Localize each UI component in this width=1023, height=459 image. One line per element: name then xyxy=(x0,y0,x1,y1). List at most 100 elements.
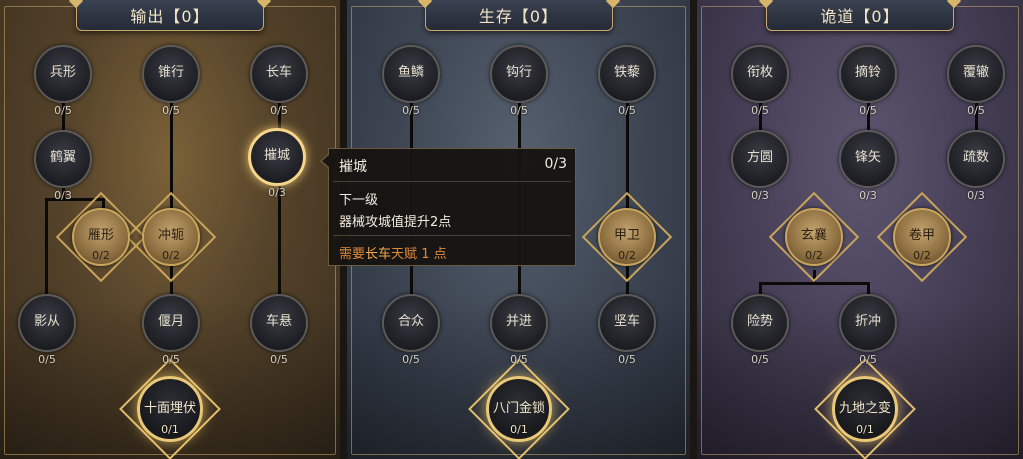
talent-node-juanjia[interactable]: 卷甲 0/2 xyxy=(893,208,951,266)
talent-name: 偃月 xyxy=(157,313,184,329)
talent-count: 0/5 xyxy=(54,104,72,117)
talent-name: 鱼鳞 xyxy=(397,64,424,80)
panel-output: 输出【0】 兵形 0/5 锥行 0/5 长车 0/5 鹤翼 0/3 摧城 0/3… xyxy=(0,0,340,459)
talent-name: 锋矢 xyxy=(854,149,881,165)
talent-node-jianche[interactable]: 坚车 0/5 xyxy=(598,294,656,366)
talent-name: 摧城 xyxy=(263,147,290,163)
tooltip-header: 摧城 0/3 xyxy=(339,156,567,176)
tooltip-count: 0/3 xyxy=(544,156,567,172)
talent-count: 0/5 xyxy=(751,353,769,366)
talent-node-changche[interactable]: 长车 0/5 xyxy=(250,45,308,117)
talent-count: 0/5 xyxy=(38,353,56,366)
talent-node-hezhong[interactable]: 合众 0/5 xyxy=(382,294,440,366)
talent-node-zhechong[interactable]: 折冲 0/5 xyxy=(839,294,897,366)
talent-node-chexuan[interactable]: 车悬 0/5 xyxy=(250,294,308,366)
talent-name: 鹤翼 xyxy=(49,149,76,165)
talent-node-jiudi[interactable]: 九地之变 0/1 xyxy=(832,376,898,442)
divider xyxy=(333,235,571,236)
talent-node-shimian[interactable]: 十面埋伏 0/1 xyxy=(137,376,203,442)
talent-name: 雁形 xyxy=(87,227,114,243)
talent-name: 锥行 xyxy=(157,64,184,80)
talent-count: 0/5 xyxy=(967,104,985,117)
panel-title: 生存【0】 xyxy=(478,7,559,26)
tab-trick[interactable]: 诡道【0】 xyxy=(766,0,954,31)
talent-name: 折冲 xyxy=(854,313,881,329)
talent-count: 0/2 xyxy=(92,249,110,262)
talent-count: 0/5 xyxy=(618,104,636,117)
talent-count: 0/5 xyxy=(162,353,180,366)
tooltip-description: 器械攻城值提升2点 xyxy=(339,215,452,230)
tooltip-title: 摧城 xyxy=(339,159,367,175)
talent-node-yanxing[interactable]: 雁形 0/2 xyxy=(72,208,130,266)
talent-node-cuicheng[interactable]: 摧城 0/3 xyxy=(248,128,306,199)
tooltip-next-level: 下一级 xyxy=(339,193,379,208)
talent-name: 冲轭 xyxy=(157,227,184,243)
talent-count: 0/2 xyxy=(805,249,823,262)
talent-name: 合众 xyxy=(397,313,424,329)
talent-count: 0/3 xyxy=(54,189,72,202)
talent-node-shushu[interactable]: 疏数 0/3 xyxy=(947,130,1005,202)
talent-node-xuanxiang[interactable]: 玄襄 0/2 xyxy=(785,208,843,266)
talent-node-fengshi[interactable]: 锋矢 0/3 xyxy=(839,130,897,202)
talent-count: 0/5 xyxy=(510,104,528,117)
tooltip-arrow-icon xyxy=(320,153,330,169)
talent-name: 长车 xyxy=(265,64,292,80)
talent-name: 八门金锁 xyxy=(492,400,545,416)
talent-count: 0/5 xyxy=(270,104,288,117)
talent-node-bingjin[interactable]: 并进 0/5 xyxy=(490,294,548,366)
talent-name: 并进 xyxy=(505,313,532,329)
talent-node-bingxing[interactable]: 兵形 0/5 xyxy=(34,45,92,117)
talent-count: 0/5 xyxy=(162,104,180,117)
req-prefix: 需要 xyxy=(339,247,366,262)
talent-name: 险势 xyxy=(746,313,773,329)
talent-name: 车悬 xyxy=(265,313,292,329)
talent-count: 0/1 xyxy=(510,423,528,436)
talent-node-yulin[interactable]: 鱼鳞 0/5 xyxy=(382,45,440,117)
talent-node-zhuixing[interactable]: 锥行 0/5 xyxy=(142,45,200,117)
talent-name: 方圆 xyxy=(746,149,773,165)
talent-node-hengmei[interactable]: 衔枚 0/5 xyxy=(731,45,789,117)
talent-name: 铁藜 xyxy=(613,64,640,80)
tab-survival[interactable]: 生存【0】 xyxy=(424,0,613,31)
talent-count: 0/1 xyxy=(161,423,179,436)
talent-name: 甲卫 xyxy=(613,227,640,243)
tooltip-requirement: 需要长车天赋 1 点 xyxy=(339,243,447,262)
talent-node-yingcong[interactable]: 影从 0/5 xyxy=(18,294,76,366)
req-mid: 天赋 xyxy=(391,247,418,262)
talent-node-fuzhe[interactable]: 覆辙 0/5 xyxy=(947,45,1005,117)
talent-count: 0/3 xyxy=(859,189,877,202)
talent-tooltip: 摧城 0/3 下一级 器械攻城值提升2点 需要长车天赋 1 点 xyxy=(320,148,576,266)
connector xyxy=(759,282,870,285)
talent-count: 0/3 xyxy=(268,186,286,199)
talent-count: 0/5 xyxy=(270,353,288,366)
talent-node-jiawei[interactable]: 甲卫 0/2 xyxy=(598,208,656,266)
talent-count: 0/3 xyxy=(751,189,769,202)
talent-name: 摘铃 xyxy=(854,64,881,80)
talent-count: 0/1 xyxy=(856,423,874,436)
talent-node-tieli[interactable]: 铁藜 0/5 xyxy=(598,45,656,117)
talent-count: 0/3 xyxy=(967,189,985,202)
talent-node-fangyuan[interactable]: 方圆 0/3 xyxy=(731,130,789,202)
talent-node-zhailing[interactable]: 摘铃 0/5 xyxy=(839,45,897,117)
talent-count: 0/2 xyxy=(618,249,636,262)
talent-name: 钩行 xyxy=(505,64,532,80)
talent-name: 玄襄 xyxy=(800,227,827,243)
talent-node-gouxing[interactable]: 钩行 0/5 xyxy=(490,45,548,117)
talent-count: 0/2 xyxy=(913,249,931,262)
talent-node-chongni[interactable]: 冲轭 0/2 xyxy=(142,208,200,266)
talent-node-yanyue[interactable]: 偃月 0/5 xyxy=(142,294,200,366)
talent-name: 坚车 xyxy=(613,313,640,329)
req-talent: 长车 xyxy=(365,247,392,262)
talent-count: 0/5 xyxy=(618,353,636,366)
talent-count: 0/5 xyxy=(402,104,420,117)
tab-output[interactable]: 输出【0】 xyxy=(76,0,264,31)
connector xyxy=(45,198,48,294)
talent-count: 0/5 xyxy=(402,353,420,366)
talent-node-heyi[interactable]: 鹤翼 0/3 xyxy=(34,130,92,202)
panel-title: 诡道【0】 xyxy=(820,7,900,26)
panel-trick: 诡道【0】 衔枚 0/5 摘铃 0/5 覆辙 0/5 方圆 0/3 锋矢 0/3… xyxy=(697,0,1023,459)
talent-name: 衔枚 xyxy=(746,64,773,80)
talent-node-xianshi[interactable]: 险势 0/5 xyxy=(731,294,789,366)
talent-node-bamen[interactable]: 八门金锁 0/1 xyxy=(486,376,552,442)
talent-name: 九地之变 xyxy=(838,400,891,416)
